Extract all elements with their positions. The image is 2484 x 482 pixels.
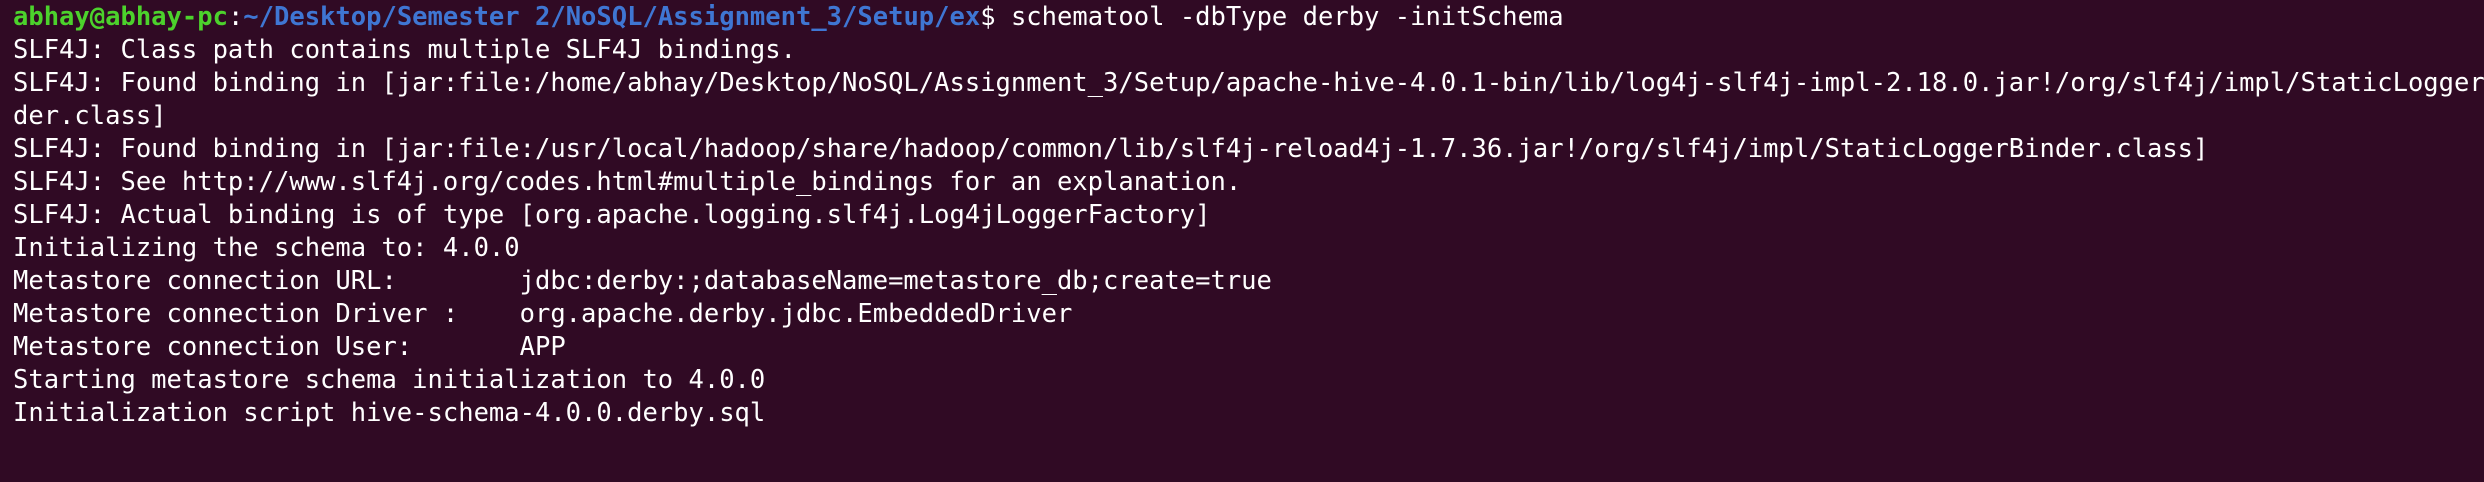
prompt-symbol: $ [980,2,1011,32]
prompt-path: ~/Desktop/Semester 2/NoSQL/Assignment_3/… [243,2,981,32]
output-line: Metastore connection Driver : org.apache… [13,299,1073,329]
output-line: der.class] [13,101,167,131]
output-line: SLF4J: See http://www.slf4j.org/codes.ht… [13,167,1242,197]
output-line: SLF4J: Found binding in [jar:file:/usr/l… [13,134,2209,164]
output-line: Metastore connection User: APP [13,332,566,362]
output-line: SLF4J: Actual binding is of type [org.ap… [13,200,1211,230]
output-line: Initializing the schema to: 4.0.0 [13,233,520,263]
prompt-user-host: abhay@abhay-pc [13,2,228,32]
terminal-window[interactable]: abhay@abhay-pc:~/Desktop/Semester 2/NoSQ… [0,0,2484,482]
output-line: SLF4J: Found binding in [jar:file:/home/… [13,68,2484,98]
output-line: SLF4J: Class path contains multiple SLF4… [13,35,796,65]
prompt-separator: : [227,2,244,32]
output-line: Initialization script hive-schema-4.0.0.… [13,398,766,428]
prompt-command: schematool -dbType derby -initSchema [1010,2,1564,32]
output-line: Starting metastore schema initialization… [13,365,766,395]
prompt-line: abhay@abhay-pc:~/Desktop/Semester 2/NoSQ… [13,1,2484,34]
output-line: Metastore connection URL: jdbc:derby:;da… [13,266,1272,296]
